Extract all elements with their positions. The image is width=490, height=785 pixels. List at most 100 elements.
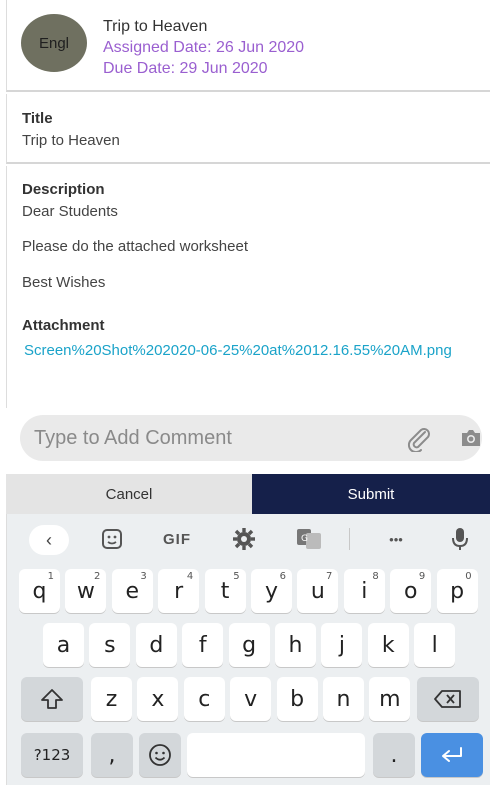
key-u[interactable]: u7 — [297, 569, 339, 613]
key-label: e — [125, 578, 140, 604]
attachment-label: Attachment — [22, 317, 105, 334]
title-section: Title Trip to Heaven — [6, 94, 490, 164]
sticker-icon[interactable] — [99, 526, 125, 552]
key-x[interactable]: x — [137, 677, 179, 721]
description-line: Dear Students — [22, 203, 118, 220]
key-q[interactable]: q1 — [19, 569, 60, 613]
assigned-date: Assigned Date: 26 Jun 2020 — [103, 39, 305, 56]
period-key[interactable]: . — [373, 733, 415, 777]
microphone-icon[interactable] — [449, 526, 471, 552]
key-label: d — [149, 632, 164, 658]
key-m[interactable]: m — [369, 677, 411, 721]
symbols-key[interactable]: ?123 — [21, 733, 83, 777]
title-value: Trip to Heaven — [22, 132, 120, 149]
key-j[interactable]: j — [321, 623, 363, 667]
key-hint: 0 — [465, 571, 472, 582]
description-label: Description — [22, 181, 105, 198]
key-label: a — [56, 632, 71, 658]
key-i[interactable]: i8 — [343, 569, 385, 613]
assignment-header: Engl Trip to Heaven Assigned Date: 26 Ju… — [6, 0, 490, 92]
key-v[interactable]: v — [230, 677, 272, 721]
key-hint: 9 — [418, 571, 426, 582]
key-label: f — [198, 632, 207, 658]
keyboard-toolbar: ‹ GIF G ••• — [7, 514, 490, 564]
svg-text:G: G — [301, 534, 308, 544]
enter-icon — [442, 747, 462, 762]
key-label: o — [403, 578, 418, 604]
key-e[interactable]: e3 — [111, 569, 153, 613]
key-label: x — [151, 686, 165, 712]
key-label: m — [379, 686, 401, 712]
emoji-key[interactable] — [139, 733, 181, 777]
key-hint: 3 — [140, 571, 147, 582]
key-n[interactable]: n — [323, 677, 364, 721]
key-hint: 6 — [279, 571, 286, 582]
key-p[interactable]: p0 — [436, 569, 478, 613]
key-label: l — [431, 632, 438, 658]
key-label: z — [105, 686, 118, 712]
emoji-icon — [149, 744, 171, 766]
more-icon[interactable]: ••• — [381, 526, 411, 552]
key-label: t — [220, 578, 230, 604]
key-s[interactable]: s — [89, 623, 131, 667]
key-hint: 7 — [326, 571, 333, 582]
key-label: s — [104, 632, 116, 658]
key-y[interactable]: y6 — [251, 569, 292, 613]
title-label: Title — [22, 110, 53, 127]
key-z[interactable]: z — [91, 677, 132, 721]
shift-icon — [41, 689, 63, 709]
key-h[interactable]: h — [275, 623, 316, 667]
key-hint: 8 — [372, 571, 379, 582]
key-label: h — [288, 632, 303, 658]
submit-button[interactable]: Submit — [252, 474, 490, 514]
space-key[interactable] — [187, 733, 365, 777]
description-line: Please do the attached worksheet — [22, 238, 248, 255]
due-date: Due Date: 29 Jun 2020 — [103, 60, 268, 77]
attachment-link[interactable]: Screen%20Shot%202020-06-25%20at%2012.16.… — [24, 342, 484, 360]
key-f[interactable]: f — [182, 623, 224, 667]
key-label: p — [450, 578, 465, 604]
toolbar-divider — [349, 528, 350, 550]
key-label: w — [76, 578, 95, 604]
key-g[interactable]: g — [228, 623, 270, 667]
key-o[interactable]: o9 — [390, 569, 432, 613]
key-hint: 2 — [94, 571, 101, 582]
enter-key[interactable] — [421, 733, 483, 777]
chevron-left-icon[interactable]: ‹ — [29, 525, 69, 555]
key-label: j — [338, 632, 345, 658]
key-w[interactable]: w2 — [65, 569, 107, 613]
gear-icon[interactable] — [231, 526, 257, 552]
avatar-text: Engl — [38, 34, 70, 52]
key-label: n — [336, 686, 351, 712]
keyboard: ‹ GIF G ••• ?123 , . q 1 w 2 e 3 r 4 t 5… — [6, 514, 490, 785]
backspace-key[interactable] — [417, 677, 479, 721]
gif-button[interactable]: GIF — [157, 526, 197, 552]
comment-input[interactable] — [34, 423, 374, 453]
key-label: k — [381, 632, 395, 658]
key-b[interactable]: b — [276, 677, 318, 721]
assignment-title: Trip to Heaven — [103, 18, 208, 35]
key-label: g — [242, 632, 257, 658]
key-c[interactable]: c — [183, 677, 225, 721]
key-label: b — [290, 686, 305, 712]
shift-key[interactable] — [21, 677, 83, 721]
camera-icon[interactable] — [460, 429, 482, 447]
backspace-icon — [434, 690, 461, 708]
comma-key[interactable]: , — [91, 733, 133, 777]
translate-icon[interactable]: G — [295, 526, 323, 552]
subject-avatar: Engl — [21, 14, 87, 72]
key-r[interactable]: r4 — [158, 569, 200, 613]
key-a[interactable]: a — [43, 623, 84, 667]
key-d[interactable]: d — [135, 623, 177, 667]
key-l[interactable]: l — [414, 623, 456, 667]
key-hint: 1 — [47, 571, 54, 582]
key-label: q — [32, 578, 47, 604]
key-t[interactable]: t5 — [204, 569, 246, 613]
paperclip-icon[interactable] — [404, 426, 432, 452]
key-label: i — [361, 578, 368, 604]
comment-bar — [20, 415, 482, 461]
cancel-button[interactable]: Cancel — [6, 474, 252, 514]
key-label: y — [264, 578, 279, 604]
key-label: u — [310, 578, 325, 604]
key-k[interactable]: k — [367, 623, 409, 667]
